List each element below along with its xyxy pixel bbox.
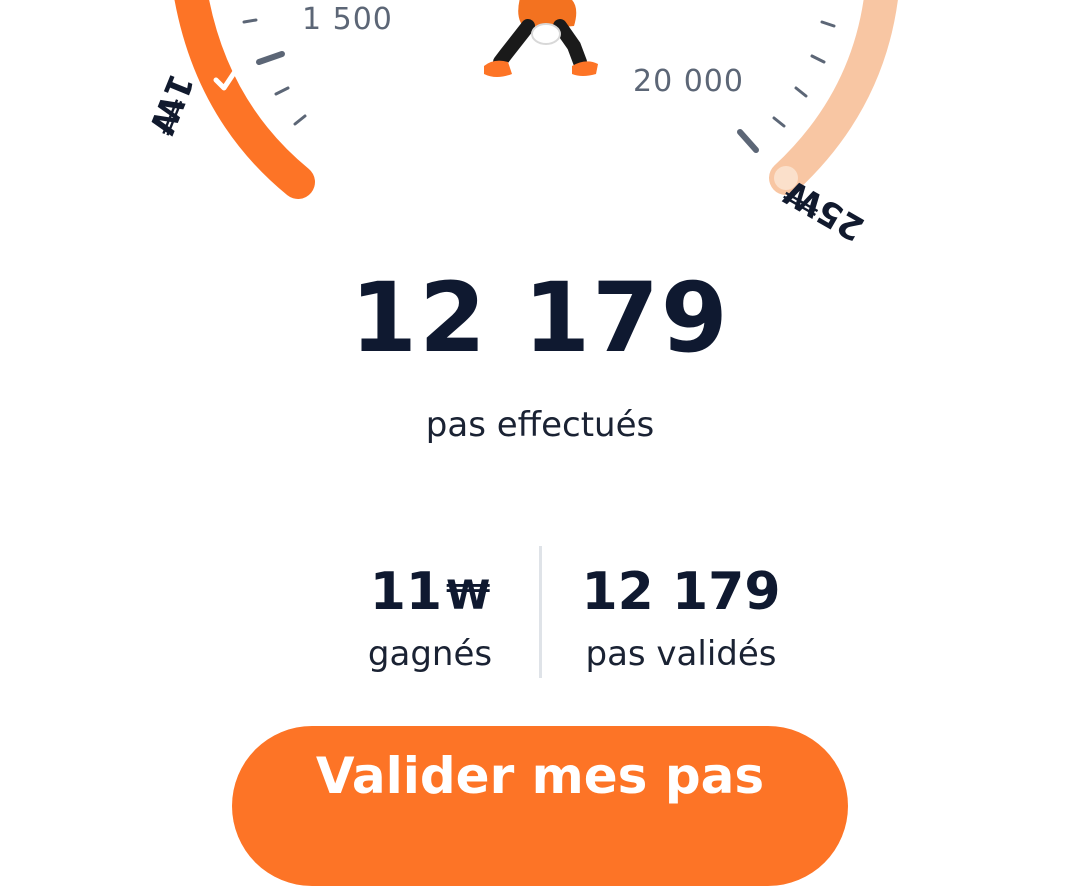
validate-steps-button[interactable]: Valider mes pas bbox=[232, 726, 848, 886]
earned-value: 11 bbox=[369, 562, 443, 622]
earned-value-row: 11 ₩ bbox=[330, 560, 530, 624]
gauge-tick-label-left: 1 500 bbox=[302, 2, 393, 37]
validated-value: 12 179 bbox=[581, 562, 781, 622]
won-currency-icon: ₩ bbox=[446, 573, 491, 619]
earned-caption: gagnés bbox=[367, 634, 493, 674]
validated-stat: 12 179 pas validés bbox=[566, 560, 796, 674]
steps-caption: pas effectués bbox=[425, 405, 655, 445]
validated-caption: pas validés bbox=[585, 634, 777, 674]
gauge-tick-label-right: 20 000 bbox=[633, 64, 744, 99]
stats-divider bbox=[539, 546, 542, 678]
steps-count: 12 179 bbox=[350, 262, 730, 374]
steps-gauge: 1 500 20 000 1₩ 25₩ bbox=[0, 0, 1080, 270]
gauge-graphic bbox=[174, 0, 898, 199]
earned-stat: 11 ₩ gagnés bbox=[330, 560, 530, 674]
walking-mascot-icon bbox=[484, 0, 598, 77]
